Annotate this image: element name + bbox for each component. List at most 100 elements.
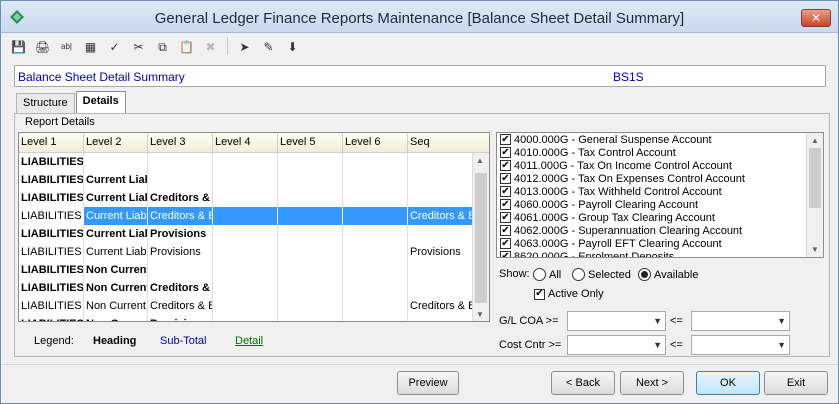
table-row[interactable]: LIABILITIESCurrent Liabilities xyxy=(19,171,474,189)
delete-icon[interactable]: ✖ xyxy=(201,37,220,56)
account-scroll-up-icon[interactable]: ▲ xyxy=(811,136,819,145)
column-header-seq[interactable]: Seq xyxy=(408,133,473,152)
scroll-up-icon[interactable]: ▲ xyxy=(476,156,484,165)
radio-all-icon[interactable] xyxy=(533,268,546,281)
table-cell xyxy=(343,189,408,207)
list-item[interactable]: ✔ 4062.000G - Superannuation Clearing Acc… xyxy=(497,224,823,237)
checkbox-icon[interactable]: ✔ xyxy=(500,160,511,171)
copy-icon[interactable]: ⧉ xyxy=(153,37,172,56)
account-scroll-down-icon[interactable]: ▼ xyxy=(811,245,819,254)
active-only-check-icon[interactable]: ✔ xyxy=(534,288,545,300)
chevron-down-icon[interactable]: ▼ xyxy=(777,340,786,350)
active-only-label: Active Only xyxy=(548,288,604,300)
exit-button[interactable]: Exit xyxy=(764,371,828,395)
table-row[interactable]: LIABILITIESCurrent LiabilitiesProvisions xyxy=(19,225,474,243)
footer-divider xyxy=(1,364,838,365)
chevron-down-icon[interactable]: ▼ xyxy=(653,316,662,326)
gl-coa-label: G/L COA >= xyxy=(499,315,559,327)
account-label: 4013.000G - Tax Withheld Control Account xyxy=(514,185,722,198)
navigate-icon[interactable]: ➤ xyxy=(235,37,254,56)
tab-structure[interactable]: Structure xyxy=(16,93,75,113)
column-header-level-6[interactable]: Level 6 xyxy=(343,133,408,152)
chevron-down-icon[interactable]: ▼ xyxy=(653,340,662,350)
grid-scrollbar[interactable]: ▲ ▼ xyxy=(472,153,489,321)
download-icon[interactable]: ⬇ xyxy=(283,37,302,56)
list-item[interactable]: ✔ 4010.000G - Tax Control Account xyxy=(497,146,823,159)
account-scrollbar[interactable]: ▲ ▼ xyxy=(806,133,823,257)
list-item[interactable]: ✔ 4013.000G - Tax Withheld Control Accoun… xyxy=(497,185,823,198)
column-header-level-1[interactable]: Level 1 xyxy=(19,133,84,152)
tab-details[interactable]: Details xyxy=(75,91,126,113)
table-cell xyxy=(343,297,408,315)
list-item[interactable]: ✔ 8620.000G - Enrolment Deposits xyxy=(497,250,823,257)
table-row[interactable]: LIABILITIESCurrent LiabilitiesCreditors … xyxy=(19,207,474,225)
column-header-level-2[interactable]: Level 2 xyxy=(84,133,148,152)
cut-icon[interactable]: ✂ xyxy=(129,37,148,56)
checkbox-icon[interactable]: ✔ xyxy=(500,251,511,257)
table-row[interactable]: LIABILITIES Non Current xyxy=(19,261,474,279)
show-selected-label: Selected xyxy=(588,268,631,281)
checkbox-icon[interactable]: ✔ xyxy=(500,199,511,210)
checkbox-icon[interactable]: ✔ xyxy=(500,238,511,249)
gl-coa-to-select[interactable]: ▼ xyxy=(691,311,790,331)
back-button[interactable]: < Back xyxy=(551,371,615,395)
grid-scroll-thumb[interactable] xyxy=(475,173,487,303)
next-button[interactable]: Next > xyxy=(620,371,684,395)
report-details-grid[interactable]: Level 1 Level 2 Level 3 Level 4 Level 5 … xyxy=(18,132,490,322)
save-icon[interactable]: 💾 xyxy=(9,37,28,56)
radio-available-icon[interactable] xyxy=(638,268,651,281)
spellcheck-icon[interactable]: ✓ xyxy=(105,37,124,56)
list-item[interactable]: ✔ 4061.000G - Group Tax Clearing Account xyxy=(497,211,823,224)
checkbox-icon[interactable]: ✔ xyxy=(500,212,511,223)
account-label: 4062.000G - Superannuation Clearing Acco… xyxy=(514,224,743,237)
approve-icon[interactable]: ✎ xyxy=(259,37,278,56)
list-item[interactable]: ✔ 4000.000G - General Suspense Account xyxy=(497,133,823,146)
close-button[interactable]: ✕ xyxy=(801,9,831,27)
table-row[interactable]: LIABILITIESNon CurrentCreditors & Borrow… xyxy=(19,279,474,297)
column-header-level-3[interactable]: Level 3 xyxy=(148,133,213,152)
list-item[interactable]: ✔ 4063.000G - Payroll EFT Clearing Accoun… xyxy=(497,237,823,250)
active-only-checkbox[interactable]: ✔ Active Only xyxy=(534,288,604,300)
list-item[interactable]: ✔ 4012.000G - Tax On Expenses Control Acc… xyxy=(497,172,823,185)
table-cell xyxy=(213,225,278,243)
table-row[interactable]: LIABILITIES xyxy=(19,153,474,171)
print-icon[interactable]: 🖨 xyxy=(33,37,52,56)
checkbox-icon[interactable]: ✔ xyxy=(500,186,511,197)
list-item[interactable]: ✔ 4011.000G - Tax On Income Control Accou… xyxy=(497,159,823,172)
table-cell xyxy=(213,261,278,279)
text-field-icon[interactable]: ab| xyxy=(57,37,76,56)
cost-cntr-to-select[interactable]: ▼ xyxy=(691,335,790,355)
ok-button[interactable]: OK xyxy=(696,371,760,395)
table-row[interactable]: LIABILITIESCurrent LiabilitiesProvisions… xyxy=(19,243,474,261)
show-all-radio[interactable]: All xyxy=(533,268,561,281)
preview-button[interactable]: Preview xyxy=(397,371,459,395)
show-selected-radio[interactable]: Selected xyxy=(572,268,631,281)
account-label: 4063.000G - Payroll EFT Clearing Account xyxy=(514,237,722,250)
checkbox-icon[interactable]: ✔ xyxy=(500,173,511,184)
radio-selected-icon[interactable] xyxy=(572,268,585,281)
checkbox-icon[interactable]: ✔ xyxy=(500,134,511,145)
calculator-icon[interactable]: ▦ xyxy=(81,37,100,56)
checkbox-icon[interactable]: ✔ xyxy=(500,225,511,236)
cost-cntr-le-label: <= xyxy=(670,339,683,351)
table-cell xyxy=(278,171,343,189)
cost-cntr-from-select[interactable]: ▼ xyxy=(567,335,666,355)
scroll-down-icon[interactable]: ▼ xyxy=(476,310,484,319)
table-cell: LIABILITIES xyxy=(19,207,84,225)
table-cell: LIABILITIES xyxy=(19,243,84,261)
list-item[interactable]: ✔ 4060.000G - Payroll Clearing Account xyxy=(497,198,823,211)
table-row[interactable]: LIABILITIESNon CurrentCreditors & Borrow… xyxy=(19,297,474,315)
account-checklist[interactable]: ✔ 4000.000G - General Suspense Account ✔ 40… xyxy=(496,132,824,258)
gl-coa-from-select[interactable]: ▼ xyxy=(567,311,666,331)
column-header-level-5[interactable]: Level 5 xyxy=(278,133,343,152)
checkbox-icon[interactable]: ✔ xyxy=(500,147,511,158)
table-row[interactable]: LIABILITIESNon CurrentProvisions xyxy=(19,315,474,321)
paste-icon[interactable]: 📋 xyxy=(177,37,196,56)
chevron-down-icon[interactable]: ▼ xyxy=(777,316,786,326)
column-header-level-4[interactable]: Level 4 xyxy=(213,133,278,152)
table-cell: Creditors & Borrowings xyxy=(148,279,213,297)
table-row[interactable]: LIABILITIESCurrent LiabilitiesCreditors … xyxy=(19,189,474,207)
account-scroll-thumb[interactable] xyxy=(809,148,821,208)
show-available-radio[interactable]: Available xyxy=(638,268,698,281)
report-title: Balance Sheet Detail Summary xyxy=(18,70,185,84)
